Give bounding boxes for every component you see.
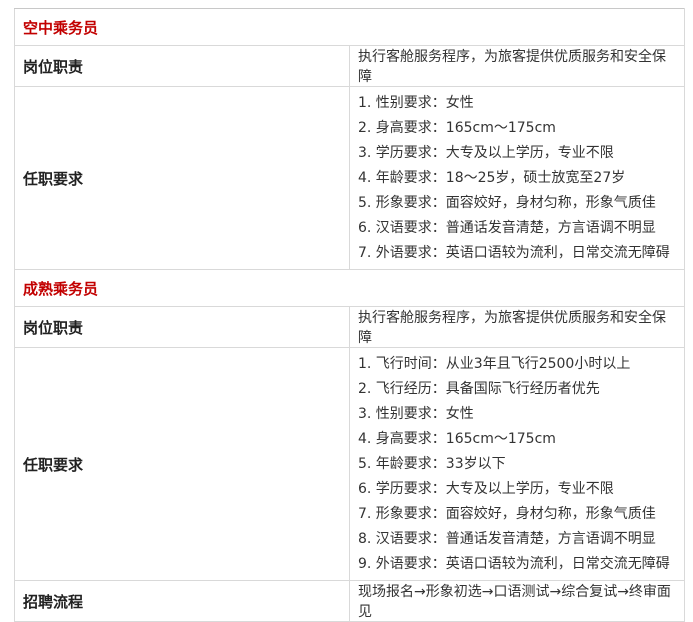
duty-label: 岗位职责 — [14, 45, 350, 87]
recruitment-document: 空中乘务员 岗位职责 执行客舱服务程序，为旅客提供优质服务和安全保障 任职要求 … — [0, 0, 693, 622]
process-text: 现场报名→形象初选→口语测试→综合复试→终审面见 — [349, 580, 685, 622]
requirement-item: 4. 身高要求：165cm～175cm — [358, 431, 556, 447]
process-row: 招聘流程 现场报名→形象初选→口语测试→综合复试→终审面见 — [14, 580, 685, 622]
duty-text: 执行客舱服务程序，为旅客提供优质服务和安全保障 — [349, 45, 685, 87]
requirement-item: 8. 汉语要求：普通话发音清楚，方言语调不明显 — [358, 531, 656, 547]
requirements-list: 1. 飞行时间：从业3年且飞行2500小时以上 2. 飞行经历：具备国际飞行经历… — [358, 348, 676, 580]
requirement-item: 1. 飞行时间：从业3年且飞行2500小时以上 — [358, 356, 631, 372]
requirement-item: 9. 外语要求：英语口语较为流利，日常交流无障碍 — [358, 556, 670, 572]
requirement-item: 3. 性别要求：女性 — [358, 406, 474, 422]
requirement-item: 3. 学历要求：大专及以上学历，专业不限 — [358, 145, 614, 161]
requirements-row: 任职要求 1. 性别要求：女性 2. 身高要求：165cm～175cm 3. 学… — [14, 86, 685, 270]
requirement-item: 7. 外语要求：英语口语较为流利，日常交流无障碍 — [358, 245, 670, 261]
requirements-label: 任职要求 — [14, 86, 350, 270]
requirement-item: 1. 性别要求：女性 — [358, 95, 474, 111]
section-title: 空中乘务员 — [14, 8, 685, 46]
requirements-row: 任职要求 1. 飞行时间：从业3年且飞行2500小时以上 2. 飞行经历：具备国… — [14, 347, 685, 581]
requirement-item: 5. 形象要求：面容姣好，身材匀称，形象气质佳 — [358, 195, 656, 211]
requirements-cell: 1. 性别要求：女性 2. 身高要求：165cm～175cm 3. 学历要求：大… — [349, 86, 685, 270]
section-header-row: 空中乘务员 — [14, 8, 685, 46]
requirements-list: 1. 性别要求：女性 2. 身高要求：165cm～175cm 3. 学历要求：大… — [358, 87, 676, 269]
requirements-label: 任职要求 — [14, 347, 350, 581]
requirement-item: 2. 身高要求：165cm～175cm — [358, 120, 556, 136]
requirement-item: 5. 年龄要求：33岁以下 — [358, 456, 506, 472]
requirement-item: 7. 形象要求：面容姣好，身材匀称，形象气质佳 — [358, 506, 656, 522]
requirement-item: 4. 年龄要求：18～25岁，硕士放宽至27岁 — [358, 170, 626, 186]
duty-row: 岗位职责 执行客舱服务程序，为旅客提供优质服务和安全保障 — [14, 45, 685, 87]
requirement-item: 2. 飞行经历：具备国际飞行经历者优先 — [358, 381, 600, 397]
section-title: 成熟乘务员 — [14, 269, 685, 307]
process-label: 招聘流程 — [14, 580, 350, 622]
requirement-item: 6. 学历要求：大专及以上学历，专业不限 — [358, 481, 614, 497]
section-header-row: 成熟乘务员 — [14, 269, 685, 307]
duty-row: 岗位职责 执行客舱服务程序，为旅客提供优质服务和安全保障 — [14, 306, 685, 348]
duty-text: 执行客舱服务程序，为旅客提供优质服务和安全保障 — [349, 306, 685, 348]
requirement-item: 6. 汉语要求：普通话发音清楚，方言语调不明显 — [358, 220, 656, 236]
requirements-cell: 1. 飞行时间：从业3年且飞行2500小时以上 2. 飞行经历：具备国际飞行经历… — [349, 347, 685, 581]
recruitment-table: 空中乘务员 岗位职责 执行客舱服务程序，为旅客提供优质服务和安全保障 任职要求 … — [14, 8, 685, 622]
duty-label: 岗位职责 — [14, 306, 350, 348]
